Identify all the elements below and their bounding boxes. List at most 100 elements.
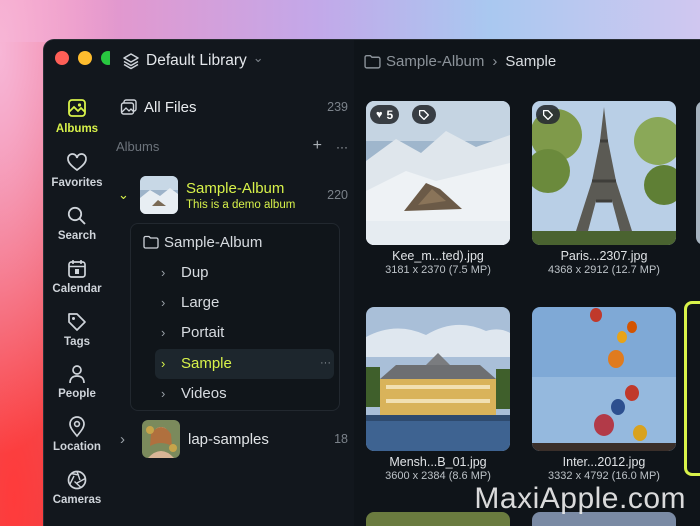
photo-card[interactable]: Inter...2012.jpg 3332 x 4792 (16.0 MP) bbox=[532, 307, 676, 482]
folder-item-large[interactable]: › Large bbox=[161, 287, 219, 317]
photo-dimensions: 3181 x 2370 (7.5 MP) bbox=[385, 264, 491, 276]
photo-filename: Paris...2307.jpg bbox=[560, 249, 648, 263]
stack-icon bbox=[123, 53, 139, 70]
folder-item-portait[interactable]: › Portait bbox=[161, 317, 224, 347]
tag-icon bbox=[68, 313, 86, 331]
photo-thumbnail bbox=[532, 101, 676, 245]
rail-label-cameras: Cameras bbox=[52, 494, 102, 506]
folder-label: Sample bbox=[181, 354, 232, 372]
album-thumbnail bbox=[142, 420, 180, 458]
rail-item-calendar[interactable]: Calendar bbox=[44, 258, 110, 295]
photo-dimensions: 3332 x 4792 (16.0 MP) bbox=[548, 470, 660, 482]
calendar-icon bbox=[68, 260, 86, 278]
photo-card[interactable]: ♥ 5 Kee_m...ted).jpg 3181 x 2370 (7.5 MP… bbox=[366, 101, 510, 276]
main-content: Sample-Album › Sample ♥ 5 Kee_m...ted).j… bbox=[354, 40, 700, 526]
favorite-count: 5 bbox=[386, 107, 394, 122]
window-controls bbox=[55, 51, 115, 65]
rail-item-tags[interactable]: Tags bbox=[44, 311, 110, 348]
library-switcher[interactable]: Default Library ⌄ bbox=[122, 50, 264, 70]
favorite-count-badge: ♥ 5 bbox=[370, 105, 400, 124]
folder-root-label: Sample-Album bbox=[164, 233, 263, 251]
location-pin-icon bbox=[69, 416, 85, 438]
close-window-button[interactable] bbox=[55, 51, 69, 65]
rail-item-people[interactable]: People bbox=[44, 363, 110, 400]
heart-icon bbox=[67, 153, 87, 172]
photo-card[interactable]: Paris...2307.jpg 4368 x 2912 (12.7 MP) bbox=[532, 101, 676, 276]
breadcrumb-current: Sample bbox=[505, 53, 557, 70]
person-icon bbox=[69, 365, 85, 384]
all-files-label: All Files bbox=[144, 98, 197, 116]
photo-filename: Inter...2012.jpg bbox=[562, 455, 646, 469]
photo-card[interactable]: Mensh...B_01.jpg 3600 x 2384 (8.6 MP) bbox=[366, 307, 510, 482]
folder-icon bbox=[143, 235, 159, 249]
tag-icon bbox=[542, 109, 554, 120]
album-thumbnail bbox=[140, 176, 178, 214]
photo-thumbnail bbox=[366, 307, 510, 451]
rail-label-albums: Albums bbox=[55, 123, 99, 135]
photo-thumbnail bbox=[532, 307, 676, 451]
tag-icon bbox=[418, 109, 430, 120]
minimize-window-button[interactable] bbox=[78, 51, 92, 65]
photo-filename: Kee_m...ted).jpg bbox=[392, 249, 484, 263]
heart-icon: ♥ bbox=[376, 108, 383, 121]
folder-item-sample[interactable]: › Sample ··· bbox=[161, 348, 331, 378]
album-item-lap-samples[interactable]: › lap-samples 18 bbox=[116, 417, 348, 461]
album-subtitle: This is a demo album bbox=[186, 198, 296, 211]
photo-dimensions: 4368 x 2912 (12.7 MP) bbox=[548, 264, 660, 276]
folder-more-button[interactable]: ··· bbox=[320, 357, 331, 369]
rail-item-cameras[interactable]: Cameras bbox=[44, 469, 110, 506]
folder-item-videos[interactable]: › Videos bbox=[161, 378, 227, 408]
albums-section-header: Albums + ··· bbox=[116, 137, 348, 155]
rail-label-location: Location bbox=[53, 441, 101, 453]
rail-item-favorites[interactable]: Favorites bbox=[44, 152, 110, 189]
folder-item-dup[interactable]: › Dup bbox=[161, 257, 209, 287]
rail-label-calendar: Calendar bbox=[52, 283, 102, 295]
chevron-down-icon: ⌄ bbox=[252, 50, 264, 65]
chevron-right-icon: › bbox=[161, 385, 166, 401]
folder-icon bbox=[364, 54, 381, 69]
tag-badge bbox=[412, 105, 436, 124]
rail-label-people: People bbox=[58, 388, 96, 400]
rail-item-albums[interactable]: Albums bbox=[44, 98, 110, 135]
album-name: Sample-Album bbox=[186, 179, 285, 197]
rail-label-tags: Tags bbox=[64, 336, 90, 348]
app-window: Albums Favorites Search Calendar Tags Pe… bbox=[44, 40, 700, 526]
watermark: MaxiApple.com bbox=[474, 482, 686, 515]
photo-card-selected[interactable] bbox=[684, 301, 700, 476]
rail-label-search: Search bbox=[57, 230, 97, 242]
add-album-button[interactable]: + bbox=[313, 137, 322, 155]
breadcrumb: Sample-Album › Sample bbox=[364, 53, 556, 70]
photos-stack-icon bbox=[120, 99, 137, 115]
rail-item-search[interactable]: Search bbox=[44, 205, 110, 242]
breadcrumb-separator: › bbox=[492, 53, 498, 70]
folder-tree: Sample-Album › Dup › Large › Portait › S… bbox=[130, 223, 340, 411]
library-sidebar: Default Library ⌄ All Files 239 Albums +… bbox=[110, 40, 354, 526]
photo-card-partial[interactable] bbox=[696, 101, 700, 245]
folder-label: Dup bbox=[181, 263, 209, 281]
album-name: lap-samples bbox=[188, 430, 269, 448]
albums-more-button[interactable]: ··· bbox=[336, 140, 348, 155]
folder-label: Large bbox=[181, 293, 220, 311]
chevron-expanded-icon[interactable]: ⌄ bbox=[118, 187, 130, 203]
photo-filename: Mensh...B_01.jpg bbox=[389, 455, 487, 469]
folder-label: Videos bbox=[181, 384, 227, 402]
album-count: 18 bbox=[334, 432, 348, 446]
library-title: Default Library bbox=[146, 52, 247, 69]
breadcrumb-parent[interactable]: Sample-Album bbox=[386, 53, 484, 70]
chevron-right-icon[interactable]: › bbox=[120, 431, 132, 448]
all-files-item[interactable]: All Files 239 bbox=[120, 98, 348, 116]
chevron-right-icon: › bbox=[161, 264, 166, 280]
folder-root[interactable]: Sample-Album bbox=[143, 227, 262, 257]
rail-item-location[interactable]: Location bbox=[44, 416, 110, 453]
all-files-count: 239 bbox=[327, 100, 348, 114]
aperture-icon bbox=[67, 470, 87, 490]
chevron-right-icon: › bbox=[161, 324, 166, 340]
folder-label: Portait bbox=[181, 323, 225, 341]
nav-rail: Albums Favorites Search Calendar Tags Pe… bbox=[44, 40, 115, 526]
rail-label-favorites: Favorites bbox=[51, 177, 103, 189]
album-count: 220 bbox=[327, 188, 348, 202]
search-icon bbox=[67, 206, 86, 225]
album-item-sample-album[interactable]: ⌄ Sample-Album This is a demo album 220 bbox=[116, 173, 348, 217]
chevron-right-icon: › bbox=[161, 294, 166, 310]
photo-icon bbox=[68, 99, 86, 117]
